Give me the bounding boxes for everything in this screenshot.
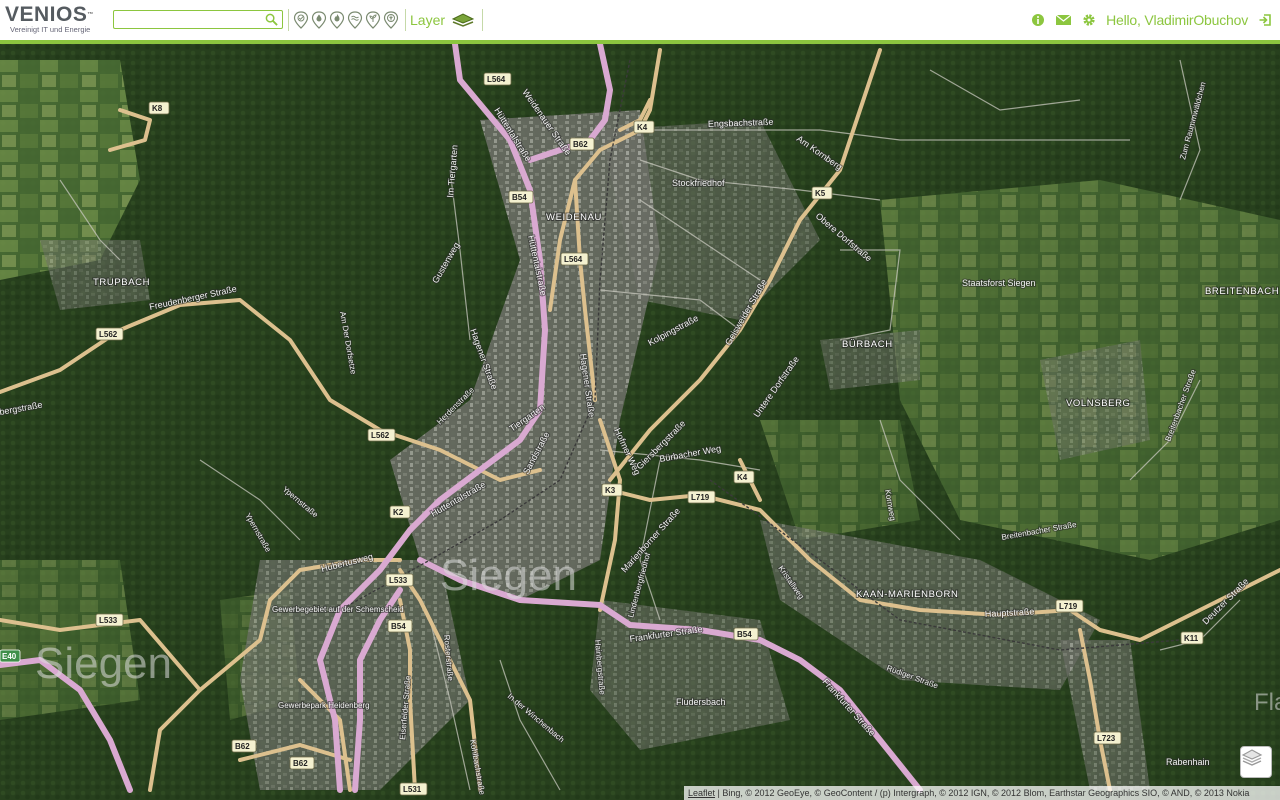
svg-text:B54: B54: [512, 193, 527, 202]
svg-text:B54: B54: [737, 630, 752, 639]
road-shield: K11: [1180, 631, 1204, 645]
logo-word: VENIOS™: [5, 3, 94, 26]
svg-text:E40: E40: [2, 652, 17, 661]
svg-text:L564: L564: [564, 255, 583, 264]
logout-icon[interactable]: [1258, 13, 1272, 27]
divider: [482, 9, 483, 31]
svg-text:K8: K8: [152, 104, 163, 113]
search-icon[interactable]: [265, 13, 278, 26]
layers-icon: [1241, 749, 1263, 766]
plant-icon[interactable]: [365, 11, 381, 29]
road-shield: B62: [231, 739, 257, 753]
road-shield: K5: [811, 186, 833, 200]
city-label-large: Fla: [1254, 689, 1280, 716]
mail-icon[interactable]: [1055, 13, 1072, 27]
city-label-large: Siegen: [440, 551, 577, 600]
user-greeting[interactable]: Hello, VladimirObuchov: [1106, 12, 1248, 28]
logo-tagline: Vereinigt IT und Energie: [10, 25, 91, 34]
place-label: Gewerbepark Heidenberg: [278, 701, 370, 710]
svg-text:L562: L562: [99, 330, 118, 339]
road-shield: L533: [385, 573, 414, 587]
place-label: Stockfriedhof: [672, 178, 725, 188]
svg-text:B62: B62: [573, 140, 588, 149]
road-shield: K2: [389, 505, 411, 519]
search-input[interactable]: [114, 12, 262, 30]
place-label: Rabenhain: [1166, 757, 1210, 767]
city-label-large: Siegen: [35, 639, 172, 688]
svg-text:B62: B62: [235, 742, 250, 751]
flame-icon[interactable]: [329, 11, 345, 29]
road-shield: B62: [289, 756, 315, 770]
svg-text:K5: K5: [815, 189, 826, 198]
road-shield: L533: [95, 613, 124, 627]
road-shield: B54: [387, 619, 413, 633]
road-shield: L719: [1055, 599, 1084, 613]
layer-control-button[interactable]: [1240, 746, 1272, 778]
town-label: WEIDENAU: [546, 212, 602, 223]
layers-icon: [451, 13, 475, 27]
gear-icon[interactable]: [1082, 13, 1096, 27]
road-shield: K4: [633, 120, 655, 134]
attribution-text: | Bing, © 2012 GeoEye, © GeoContent / (p…: [715, 788, 1250, 798]
info-icon[interactable]: [1031, 13, 1045, 27]
road-shield: B62: [569, 137, 595, 151]
road-shield: L564: [483, 72, 512, 86]
town-label: TRUPBACH: [93, 277, 150, 288]
road-shield: L564: [560, 252, 589, 266]
logo[interactable]: VENIOS™ Vereinigt IT und Energie: [5, 4, 105, 38]
svg-text:L562: L562: [371, 431, 390, 440]
satellite-map: Siegen Siegen Fla TRUPBACH WEIDENAU BÜRB…: [0, 44, 1280, 800]
town-label: KAAN-MARIENBORN: [856, 589, 958, 600]
filter-icons: [293, 11, 399, 29]
divider: [405, 9, 406, 31]
svg-text:L531: L531: [403, 785, 422, 794]
road-shield: K4: [733, 470, 755, 484]
water-drop-icon[interactable]: [311, 11, 327, 29]
layer-button[interactable]: Layer: [410, 10, 475, 30]
svg-text:L564: L564: [487, 75, 506, 84]
svg-text:L719: L719: [1059, 602, 1078, 611]
road-shield: E40: [0, 649, 21, 663]
layer-label: Layer: [410, 12, 446, 28]
road-shield: L531: [399, 782, 428, 796]
svg-text:K3: K3: [605, 486, 616, 495]
search-box: [113, 10, 283, 30]
road-shield: B54: [508, 190, 534, 204]
waves-icon[interactable]: [347, 11, 363, 29]
road-shield: K3: [601, 483, 623, 497]
place-label: Fludersbach: [676, 697, 726, 707]
svg-text:L723: L723: [1097, 734, 1116, 743]
leaflet-link[interactable]: Leaflet: [688, 788, 715, 798]
user-tools: Hello, VladimirObuchov: [1031, 11, 1272, 29]
svg-text:B54: B54: [391, 622, 406, 631]
leaf-badge-icon[interactable]: [383, 11, 399, 29]
svg-text:L533: L533: [389, 576, 408, 585]
map-canvas[interactable]: Siegen Siegen Fla TRUPBACH WEIDENAU BÜRB…: [0, 44, 1280, 800]
road-shield: L562: [95, 327, 124, 341]
town-label: VOLNSBERG: [1066, 398, 1131, 409]
top-bar: VENIOS™ Vereinigt IT und Energie Layer H…: [0, 0, 1280, 44]
road-shield: B54: [733, 627, 759, 641]
svg-text:L719: L719: [691, 493, 710, 502]
svg-text:K11: K11: [1184, 634, 1199, 643]
place-label: Staatsforst Siegen: [962, 278, 1036, 288]
svg-text:B62: B62: [293, 759, 308, 768]
svg-text:K4: K4: [637, 123, 648, 132]
road-shield: L719: [687, 490, 716, 504]
svg-text:K4: K4: [737, 473, 748, 482]
road-shield: K8: [148, 101, 170, 115]
road-shield: L562: [367, 428, 396, 442]
map-attribution: Leaflet | Bing, © 2012 GeoEye, © GeoCont…: [684, 786, 1280, 800]
place-label: Gewerbegebiet auf der Schemscheid: [272, 605, 404, 614]
road-shield: L723: [1093, 731, 1122, 745]
svg-text:K2: K2: [393, 508, 404, 517]
svg-text:L533: L533: [99, 616, 118, 625]
location-pin-icon[interactable]: [293, 11, 309, 29]
divider: [288, 9, 289, 31]
town-label: BREITENBACH: [1205, 286, 1279, 297]
town-label: BÜRBACH: [842, 339, 893, 350]
